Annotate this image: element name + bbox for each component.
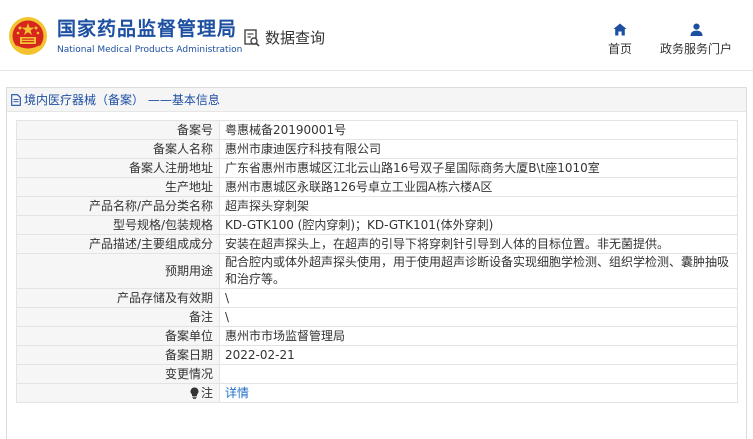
national-emblem-icon — [9, 17, 47, 55]
breadcrumb: 境内医疗器械（备案） ——基本信息 — [7, 88, 746, 112]
table-row: 备案日期 2022-02-21 — [16, 345, 738, 365]
document-icon — [11, 93, 21, 106]
table-row: 产品存储及有效期 \ — [16, 288, 738, 308]
field-value: \ — [219, 288, 738, 308]
note-label: 注 — [200, 385, 213, 400]
record-table: 备案号 粤惠械备20190001号 备案人名称 惠州市康迪医疗科技有限公司 备案… — [16, 120, 738, 403]
field-label: 预期用途 — [16, 253, 220, 289]
table-row: 产品名称/产品分类名称 超声探头穿刺架 — [16, 196, 738, 216]
note-value-cell: 详情 — [219, 383, 738, 403]
table-row: 型号规格/包装规格 KD-GTK100 (腔内穿刺)；KD-GTK101(体外穿… — [16, 215, 738, 235]
field-label: 备案号 — [16, 120, 220, 140]
brand-name-cn: 国家药品监督管理局 — [57, 18, 238, 40]
breadcrumb-text: 境内医疗器械（备案） ——基本信息 — [24, 93, 220, 107]
field-value: 惠州市惠城区永联路126号卓立工业园A栋六楼A区 — [219, 177, 738, 197]
table-row: 变更情况 — [16, 364, 738, 384]
brand-name-en: National Medical Products Administration — [57, 45, 243, 55]
field-value: 安装在超声探头上，在超声的引导下将穿刺针引导到人体的目标位置。非无菌提供。 — [219, 234, 738, 254]
field-label: 备案人名称 — [16, 139, 220, 159]
field-label: 备案单位 — [16, 326, 220, 346]
data-query-label: 数据查询 — [265, 29, 326, 47]
nav-gov-service-label: 政务服务门户 — [659, 42, 732, 56]
table-row: 产品描述/主要组成成分 安装在超声探头上，在超声的引导下将穿刺针引导到人体的目标… — [16, 234, 738, 254]
field-value: 惠州市市场监督管理局 — [219, 326, 738, 346]
table-row: 备案人注册地址 广东省惠州市惠城区江北云山路16号双子星国际商务大厦B\t座10… — [16, 158, 738, 178]
nav-home-label: 首页 — [607, 42, 632, 56]
table-row: 生产地址 惠州市惠城区永联路126号卓立工业园A栋六楼A区 — [16, 177, 738, 197]
field-value: \ — [219, 307, 738, 327]
field-value: KD-GTK100 (腔内穿刺)；KD-GTK101(体外穿刺) — [219, 215, 738, 235]
field-value: 广东省惠州市惠城区江北云山路16号双子星国际商务大厦B\t座1010室 — [219, 158, 738, 178]
table-row: 备案号 粤惠械备20190001号 — [16, 120, 738, 140]
field-label: 生产地址 — [16, 177, 220, 197]
note-label-cell: 注 — [16, 383, 220, 403]
field-value: 惠州市康迪医疗科技有限公司 — [219, 139, 738, 159]
lightbulb-icon — [190, 387, 199, 399]
table-row: 备案人名称 惠州市康迪医疗科技有限公司 — [16, 139, 738, 159]
field-label: 产品名称/产品分类名称 — [16, 196, 220, 216]
nav-home[interactable]: 首页 — [604, 23, 636, 57]
table-row: 预期用途 配合腔内或体外超声探头使用，用于使用超声诊断设备实现细胞学检测、组织学… — [16, 253, 738, 289]
details-link[interactable]: 详情 — [225, 386, 249, 400]
field-value: 粤惠械备20190001号 — [219, 120, 738, 140]
table-row: 备案单位 惠州市市场监督管理局 — [16, 326, 738, 346]
table-row: 注 详情 — [16, 383, 738, 403]
search-document-icon — [244, 28, 260, 47]
field-label: 备案日期 — [16, 345, 220, 365]
user-icon — [690, 23, 702, 36]
nav-gov-service[interactable]: 政务服务门户 — [656, 23, 736, 57]
field-label: 变更情况 — [16, 364, 220, 384]
data-query-link[interactable]: 数据查询 — [244, 27, 325, 48]
field-label: 产品存储及有效期 — [16, 288, 220, 308]
site-header: 国家药品监督管理局 National Medical Products Admi… — [0, 0, 753, 71]
field-value — [219, 364, 738, 384]
field-label: 备注 — [16, 307, 220, 327]
field-value: 配合腔内或体外超声探头使用，用于使用超声诊断设备实现细胞学检测、组织学检测、囊肿… — [219, 253, 738, 289]
field-label: 备案人注册地址 — [16, 158, 220, 178]
record-panel: 境内医疗器械（备案） ——基本信息 备案号 粤惠械备20190001号 备案人名… — [6, 87, 747, 439]
table-row: 备注 \ — [16, 307, 738, 327]
field-value: 超声探头穿刺架 — [219, 196, 738, 216]
field-label: 产品描述/主要组成成分 — [16, 234, 220, 254]
home-icon — [613, 23, 627, 36]
field-label: 型号规格/包装规格 — [16, 215, 220, 235]
field-value: 2022-02-21 — [219, 345, 738, 365]
brand: 国家药品监督管理局 National Medical Products Admi… — [57, 17, 242, 56]
